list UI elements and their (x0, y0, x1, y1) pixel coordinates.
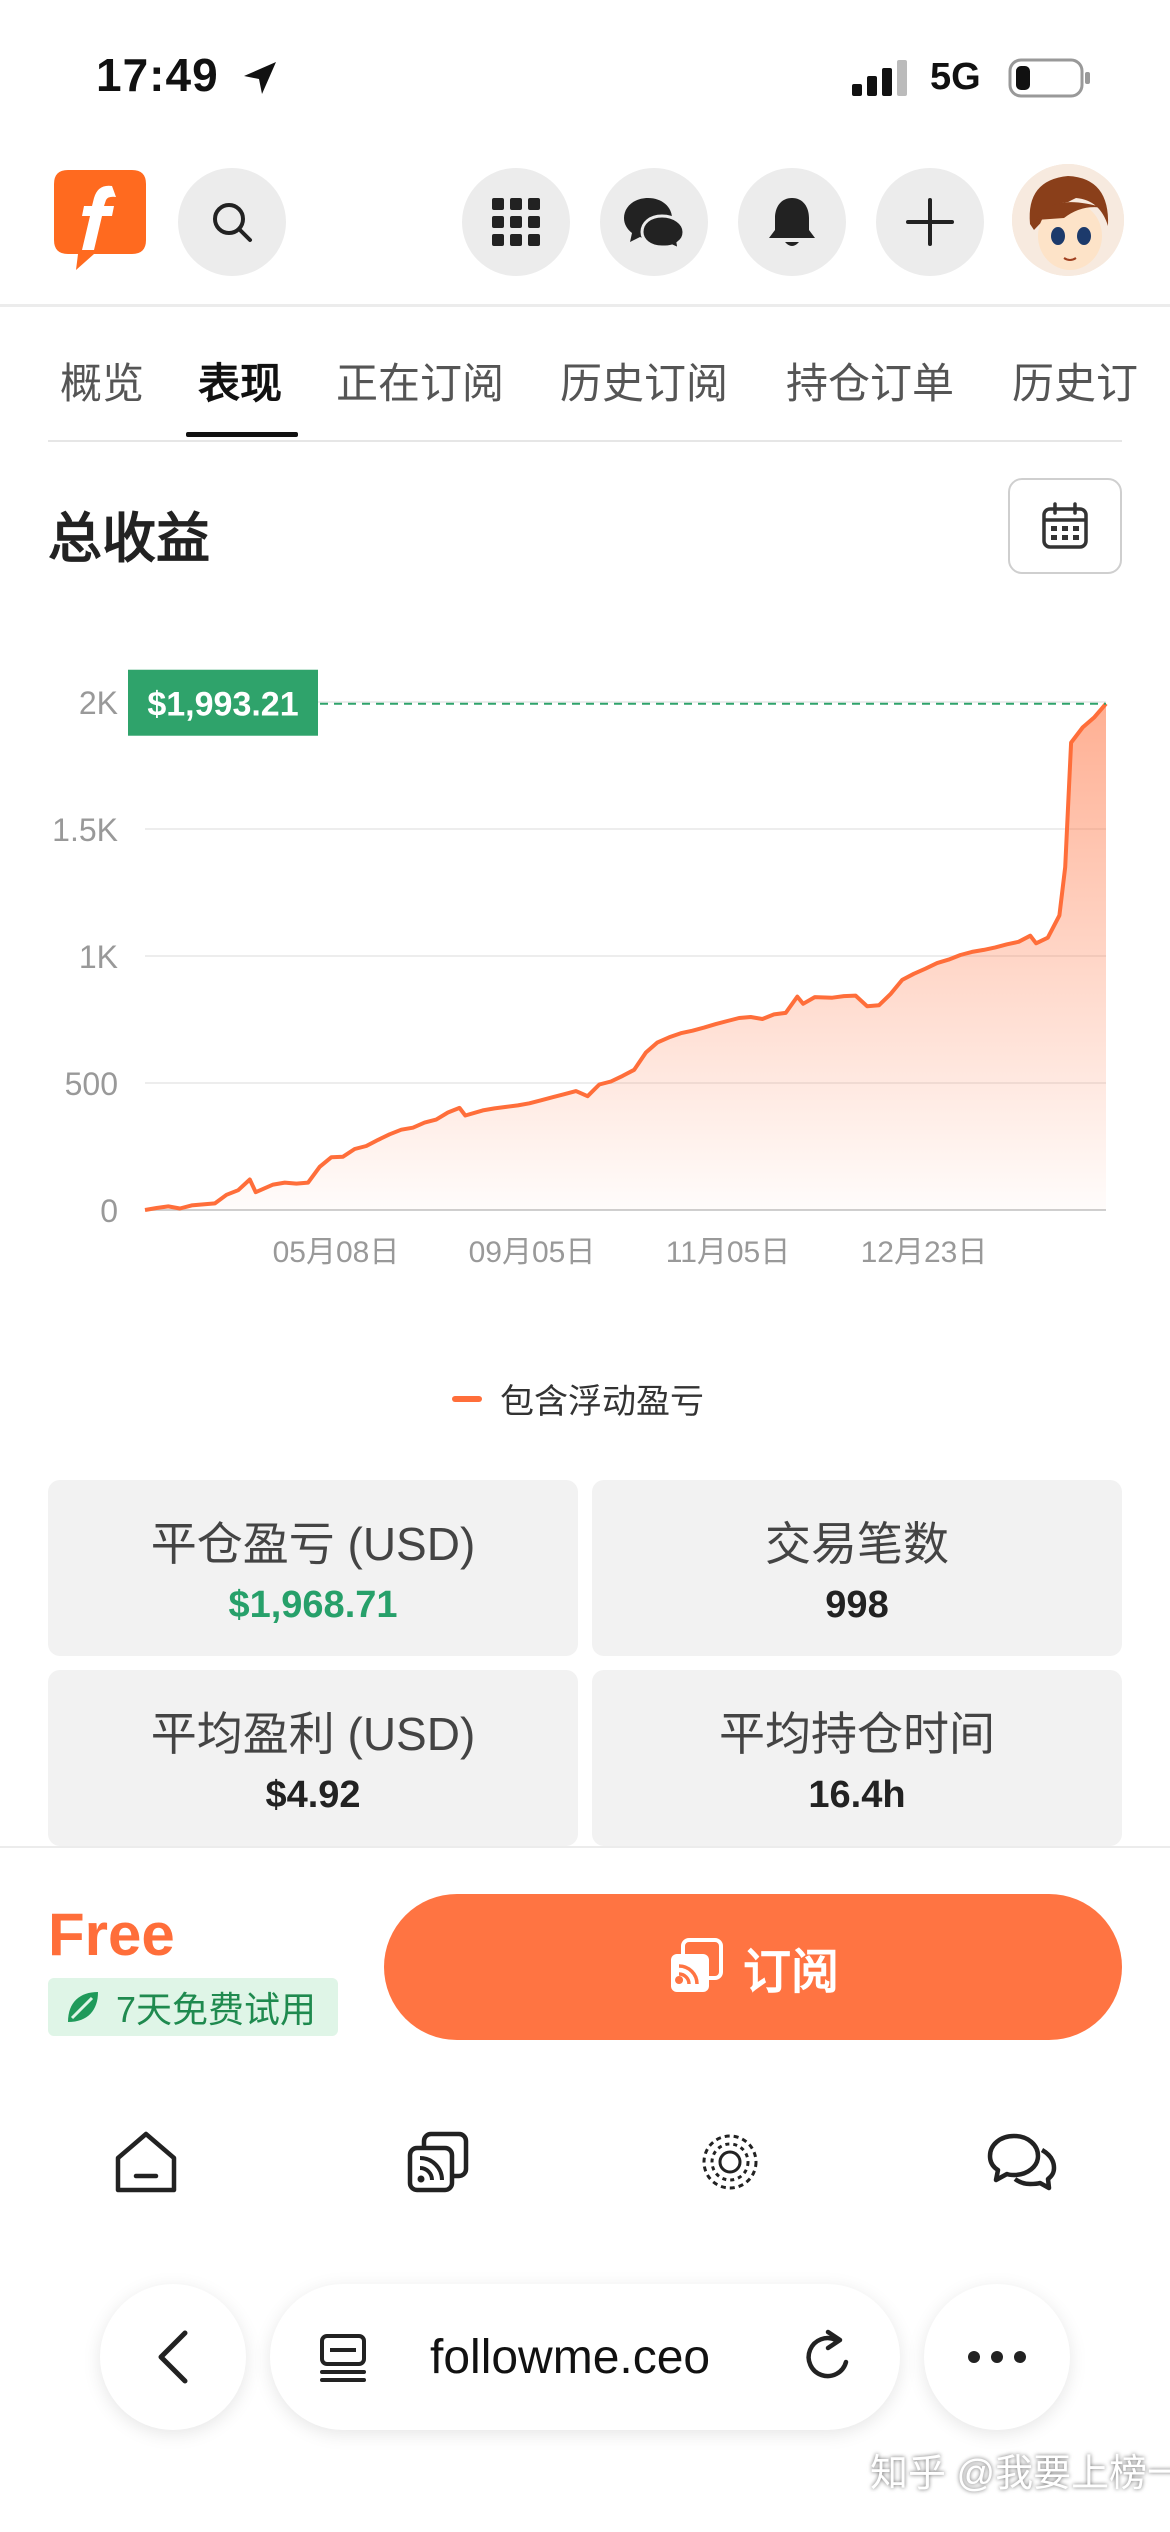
x-tick-label: 09月05日 (469, 1236, 596, 1269)
tab-history-subscriptions[interactable]: 历史订阅 (560, 350, 728, 411)
stat-card-avg-profit: 平均盈利 (USD) $4.92 (48, 1670, 578, 1846)
avatar-image (1012, 164, 1124, 276)
header-divider (0, 304, 1170, 307)
address-bar[interactable]: followme.ceo (270, 2284, 900, 2430)
plus-icon (906, 198, 954, 246)
stat-label: 交易笔数 (765, 1518, 949, 1570)
price-label: Free (48, 1901, 175, 1968)
chevron-left-icon (158, 2330, 188, 2384)
y-tick-label: 500 (65, 1066, 118, 1102)
x-tick-label: 12月23日 (861, 1236, 988, 1269)
status-time: 17:49 (96, 49, 219, 101)
legend-swatch (452, 1395, 482, 1402)
y-tick-label: 1.5K (52, 812, 118, 848)
calendar-icon (1042, 502, 1088, 549)
back-button[interactable] (100, 2284, 246, 2430)
network-label: 5G (930, 56, 981, 98)
y-tick-label: 1K (79, 939, 118, 975)
apps-button[interactable] (462, 168, 570, 276)
tab-open-positions[interactable]: 持仓订单 (786, 350, 954, 411)
x-tick-label: 11月05日 (666, 1236, 791, 1269)
chat-button[interactable] (600, 168, 708, 276)
stat-card-closed-pnl: 平仓盈亏 (USD) $1,968.71 (48, 1480, 578, 1656)
profit-chart-svg: 2K 1.5K 1K 500 0 05月08日 09月05日 11月05日 12月23日 $1… (52, 669, 1108, 1269)
status-bar: 17:49 5G (0, 0, 1170, 150)
tab-history-orders[interactable]: 历史订 (1012, 350, 1138, 411)
x-tick-label: 05月08日 (273, 1236, 400, 1269)
stat-label: 平均持仓时间 (719, 1708, 995, 1760)
stat-value: 998 (825, 1584, 889, 1626)
tab-overview[interactable]: 概览 (60, 350, 144, 411)
signal-icon (852, 60, 907, 96)
date-range-button[interactable] (1008, 478, 1122, 574)
top-header (0, 160, 1170, 308)
tab-performance[interactable]: 表现 (198, 350, 282, 411)
apps-grid-icon (492, 198, 540, 246)
active-tab-indicator (186, 432, 298, 437)
url-text: followme.ceo (430, 2331, 711, 2384)
tab-current-subscriptions[interactable]: 正在订阅 (336, 350, 504, 411)
search-button[interactable] (178, 168, 286, 276)
discover-icon[interactable] (694, 2126, 766, 2198)
reader-icon (320, 2334, 366, 2382)
home-icon[interactable] (110, 2126, 182, 2198)
more-button[interactable] (924, 2284, 1070, 2430)
profit-chart[interactable]: 2K 1.5K 1K 500 0 05月08日 09月05日 11月05日 12月23日 $1… (0, 640, 1170, 1320)
avatar[interactable] (1012, 164, 1124, 276)
page-title: 总收益 (48, 509, 210, 569)
trial-text: 7天免费试用 (116, 1989, 317, 2030)
tabs-divider (48, 440, 1122, 442)
watermark: 知乎 @我要上榜一 (870, 2453, 1170, 2495)
battery-icon (1008, 58, 1090, 98)
stat-card-avg-holding-time: 平均持仓时间 16.4h (592, 1670, 1122, 1846)
stat-value: 16.4h (808, 1774, 906, 1816)
leaf-icon (68, 1992, 98, 2022)
stat-label: 平仓盈亏 (USD) (150, 1518, 476, 1570)
more-dots-icon (968, 2351, 1026, 2363)
trial-badge: 7天免费试用 (48, 1978, 338, 2036)
chart-legend[interactable]: 包含浮动盈亏 (452, 1374, 704, 1423)
legend-label: 包含浮动盈亏 (500, 1383, 704, 1421)
chat-icon (624, 198, 686, 250)
y-tick-label: 2K (79, 685, 118, 721)
subscribe-label: 订阅 (742, 1946, 839, 1999)
copy-trade-nav-icon[interactable] (402, 2126, 474, 2198)
tab-bar: 概览 表现 正在订阅 历史订阅 持仓订单 历史订 (0, 320, 1170, 442)
bottom-divider (0, 1846, 1170, 1848)
create-button[interactable] (876, 168, 984, 276)
stat-value: $1,968.71 (228, 1584, 398, 1626)
stat-value: $4.92 (265, 1774, 361, 1816)
bell-icon (769, 198, 815, 246)
latest-value-label: $1,993.21 (147, 686, 298, 724)
subscribe-button[interactable]: 订阅 (384, 1894, 1122, 2040)
followme-logo-icon[interactable] (54, 170, 146, 270)
location-arrow-icon (244, 62, 276, 94)
copy-trade-icon (670, 1938, 723, 1992)
stat-label: 平均盈利 (USD) (150, 1708, 476, 1760)
messages-icon[interactable] (986, 2126, 1058, 2198)
y-tick-label: 0 (100, 1193, 118, 1229)
notifications-button[interactable] (738, 168, 846, 276)
stat-card-trade-count: 交易笔数 998 (592, 1480, 1122, 1656)
search-icon (213, 203, 252, 242)
reload-icon[interactable] (800, 2328, 856, 2386)
